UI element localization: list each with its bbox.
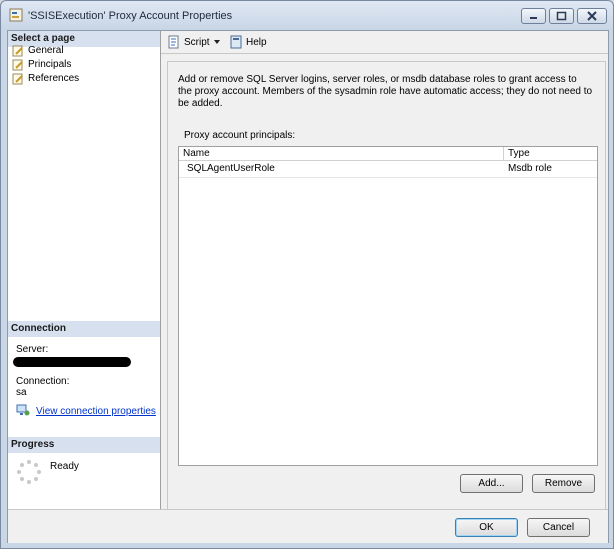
page-wrench-icon [12,59,23,70]
connection-header: Connection [8,321,160,337]
minimize-button[interactable] [521,8,546,24]
toolbar: Script Help [161,31,608,54]
page-references[interactable]: References [12,72,79,85]
connection-value: sa [16,387,27,398]
grid-header: Name Type [179,147,597,161]
ok-button[interactable]: OK [455,518,518,537]
dialog-footer: OK Cancel [8,509,608,543]
maximize-icon [556,11,567,21]
server-label: Server: [16,344,49,355]
add-button[interactable]: Add... [460,474,523,493]
progress-header: Progress [8,437,160,453]
connection-properties-icon [16,404,30,416]
close-icon [587,11,597,21]
principals-panel: Add or remove SQL Server logins, server … [167,61,606,510]
window-title: 'SSISExecution' Proxy Account Properties [28,10,233,22]
table-row[interactable]: SQLAgentUserRole Msdb role [179,161,597,178]
remove-button[interactable]: Remove [532,474,595,493]
row-type: Msdb role [508,163,552,174]
page-principals-label: Principals [28,59,72,70]
progress-spinner-icon [17,460,41,484]
help-button[interactable]: Help [229,35,267,49]
proxy-principals-label: Proxy account principals: [184,130,296,141]
close-button[interactable] [577,8,607,24]
view-connection-properties-link[interactable]: View connection properties [36,406,156,417]
cancel-button[interactable]: Cancel [527,518,590,537]
page-wrench-icon [12,73,23,84]
dialog-client: Select a page General Principals Referen… [7,30,609,543]
dialog-window: 'SSISExecution' Proxy Account Properties… [0,0,614,549]
maximize-button[interactable] [549,8,574,24]
connection-label: Connection: [16,376,70,387]
description-text: Add or remove SQL Server logins, server … [178,74,593,109]
script-label: Script [184,36,210,48]
column-header-type[interactable]: Type [504,147,597,160]
dropdown-arrow-icon[interactable] [213,38,221,46]
title-bar[interactable]: 'SSISExecution' Proxy Account Properties [1,1,613,31]
proxy-properties-icon [9,8,23,22]
column-header-name[interactable]: Name [179,147,504,160]
page-principals[interactable]: Principals [12,58,71,71]
progress-status: Ready [50,461,79,472]
script-button[interactable]: Script [167,35,221,49]
principals-grid[interactable]: Name Type SQLAgentUserRole Msdb role [178,146,598,466]
page-general-label: General [28,45,64,56]
left-pane: Select a page General Principals Referen… [8,31,161,509]
page-references-label: References [28,73,80,84]
help-book-icon [230,35,242,49]
server-value-redacted [13,357,131,367]
page-wrench-icon [12,45,23,56]
minimize-icon [530,17,537,19]
page-general[interactable]: General [12,44,64,57]
script-icon [168,35,179,49]
help-label: Help [246,36,267,48]
principals-page: Add or remove SQL Server logins, server … [161,61,608,510]
row-name: SQLAgentUserRole [187,163,275,174]
